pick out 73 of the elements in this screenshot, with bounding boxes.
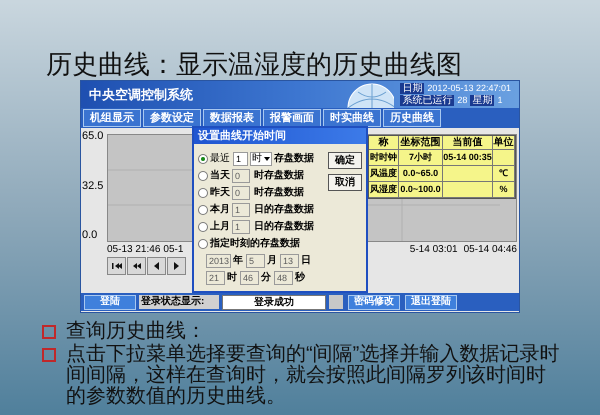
option-label: 昨天: [210, 187, 230, 199]
option-label: 上月: [210, 221, 230, 233]
dialog-button[interactable]: 确定: [328, 152, 362, 169]
nav-tab[interactable]: 数据报表: [203, 109, 261, 127]
x-axis-label: 05-13 21:46: [107, 243, 160, 256]
y-axis-label: 65.0: [82, 131, 104, 142]
login-button[interactable]: 登陆: [84, 294, 136, 310]
table-cell: 7小时: [399, 150, 443, 166]
table-cell: %: [493, 182, 515, 198]
input-field[interactable]: 21: [206, 271, 225, 285]
nav-tab[interactable]: 报警画面: [263, 109, 321, 127]
input-field[interactable]: 0: [232, 169, 250, 183]
option-suffix: 存盘数据: [274, 153, 314, 165]
nav-tab[interactable]: 参数设定: [143, 109, 201, 127]
x-axis-label: 05-14 04:46: [464, 243, 517, 256]
input-field[interactable]: 0: [232, 186, 250, 200]
info-label: 系统已运行: [400, 95, 454, 106]
input-field[interactable]: 1: [233, 152, 248, 166]
y-axis-label: 0.0: [82, 230, 98, 241]
x-axis-label: 05-1: [163, 243, 184, 256]
input-field[interactable]: 1: [232, 203, 250, 217]
table-header: 坐标范围: [399, 136, 443, 150]
input-field[interactable]: 48: [274, 271, 293, 285]
table-cell: 0.0~100.0: [399, 182, 443, 198]
slide-title: 历史曲线：显示温湿度的历史曲线图: [46, 50, 463, 78]
app-title: 中央空调控制系统: [89, 86, 193, 104]
option-label: 本月: [210, 204, 230, 216]
toolbar-button[interactable]: 退出登陆: [405, 294, 457, 310]
option-suffix: 日的存盘数据: [254, 204, 314, 216]
date-unit: 时: [227, 272, 238, 284]
option-label: 指定时刻的存盘数据: [210, 238, 300, 250]
input-field[interactable]: 2013: [206, 254, 231, 268]
table-header: 当前值: [443, 136, 493, 150]
x-axis-label: 5-14 03:01: [410, 243, 458, 256]
table-cell: 05-14 00:35: [443, 150, 493, 166]
info-value: 1: [497, 95, 502, 106]
bullet-text: 点击下拉菜单选择要查询的“间隔”选择并输入数据记录时间间隔，这样在查询时，就会按照此间隔罗列该时间时的参数数值的历史曲线。: [66, 344, 560, 407]
input-field[interactable]: 5: [246, 254, 265, 268]
date-unit: 秒: [295, 272, 306, 284]
date-unit: 月: [267, 255, 278, 267]
input-field[interactable]: 1: [232, 220, 250, 234]
date-unit: 年: [233, 255, 244, 267]
y-axis-label: 32.5: [82, 180, 104, 192]
table-cell: 0.0~65.0: [399, 166, 443, 182]
nav-tab[interactable]: 历史曲线: [383, 109, 441, 127]
nav-tab[interactable]: 机组显示: [83, 109, 141, 127]
table-cell: ℃: [493, 166, 515, 182]
option-suffix: 日的存盘数据: [254, 221, 314, 233]
dialog-button[interactable]: 取消: [328, 174, 362, 191]
table-header: 单位: [493, 136, 515, 150]
info-label: 星期: [470, 95, 494, 106]
table-cell: 风湿度: [369, 182, 399, 198]
option-label: 当天: [210, 170, 230, 182]
input-field[interactable]: 46: [240, 271, 259, 285]
date-unit: 日: [301, 255, 312, 267]
status-field: 登录成功: [222, 294, 326, 310]
toolbar-button[interactable]: 密码修改: [348, 294, 400, 310]
nav-tab[interactable]: 时实曲线: [323, 109, 381, 127]
unit-dropdown[interactable]: 时: [250, 152, 272, 166]
info-value: 28: [457, 95, 468, 106]
option-suffix: 时存盘数据: [254, 187, 304, 199]
option-suffix: 时存盘数据: [254, 170, 304, 182]
table-cell: 时时钟: [369, 150, 399, 166]
info-label: 日期: [400, 83, 424, 94]
table-header: 称: [369, 136, 399, 150]
status-label: 登录状态显示:: [139, 295, 219, 309]
input-field[interactable]: 13: [280, 254, 299, 268]
date-unit: 分: [261, 272, 272, 284]
dialog-title: 设置曲线开始时间: [194, 128, 366, 144]
bullet-text: 查询历史曲线：: [66, 321, 206, 342]
info-value: 2012-05-13 22:47:01: [427, 83, 511, 94]
option-label: 最近: [210, 153, 231, 165]
table-cell: 风温度: [369, 166, 399, 182]
